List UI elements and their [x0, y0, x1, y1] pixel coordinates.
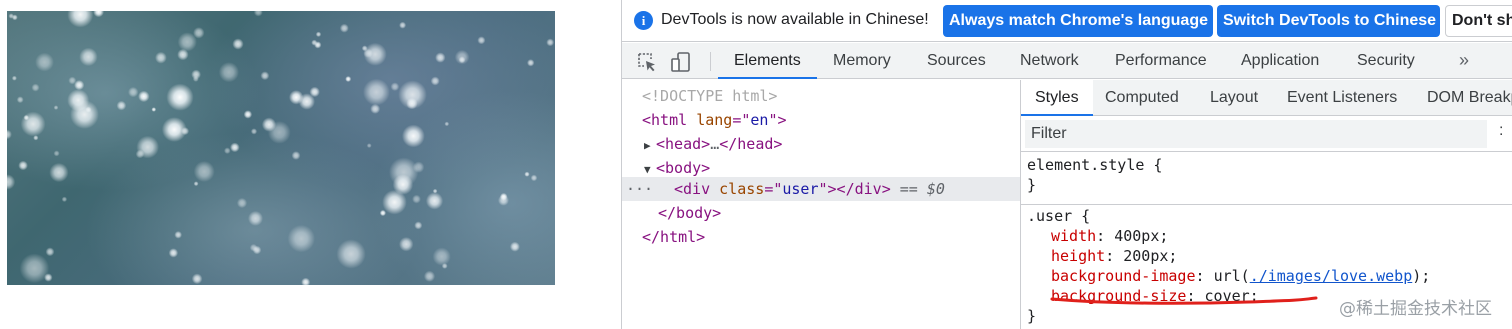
info-icon: i: [634, 11, 653, 30]
devtools-panel: i DevTools is now available in Chinese! …: [621, 0, 1512, 329]
tab-performance[interactable]: Performance: [1115, 43, 1207, 79]
css-declaration-width[interactable]: width: 400px;: [1021, 226, 1512, 246]
device-toggle-icon[interactable]: [670, 51, 692, 73]
element-style-rule: element.style { }: [1021, 155, 1512, 195]
toolbar-separator: [710, 52, 711, 71]
body-close-node[interactable]: </body>: [658, 201, 721, 225]
element-style-selector[interactable]: element.style {: [1021, 155, 1512, 175]
tab-security[interactable]: Security: [1357, 43, 1415, 79]
inspect-element-icon[interactable]: [636, 51, 658, 73]
switch-to-chinese-button[interactable]: Switch DevTools to Chinese: [1217, 5, 1440, 37]
doctype-node[interactable]: <!DOCTYPE html>: [642, 84, 777, 108]
snowy-bokeh-image: [7, 11, 555, 285]
styles-pane: Styles Computed Layout Event Listeners D…: [1021, 80, 1512, 329]
subtab-dom-breakpoints[interactable]: DOM Breakpoints: [1427, 80, 1512, 116]
rendered-user-div-preview: [7, 11, 555, 285]
html-node[interactable]: <html lang="en">: [642, 108, 787, 132]
tab-application[interactable]: Application: [1241, 43, 1319, 79]
styles-filter-input[interactable]: [1025, 120, 1487, 148]
css-declaration-background-image[interactable]: background-image: url(./images/love.webp…: [1021, 266, 1512, 286]
row-actions-dots[interactable]: ···: [626, 177, 653, 201]
styles-filter-row: :: [1021, 116, 1512, 152]
devtools-tabbar: Elements Memory Sources Network Performa…: [622, 43, 1512, 79]
expand-triangle-icon[interactable]: ▶: [644, 134, 656, 158]
tab-sources[interactable]: Sources: [927, 43, 986, 79]
css-declaration-height[interactable]: height: 200px;: [1021, 246, 1512, 266]
tab-network[interactable]: Network: [1020, 43, 1079, 79]
selected-node-marker: == $0: [899, 180, 945, 198]
rule-separator: [1021, 204, 1512, 205]
watermark-text: @稀土掘金技术社区: [1339, 299, 1492, 319]
subtab-styles[interactable]: Styles: [1021, 80, 1093, 116]
language-infobar: i DevTools is now available in Chinese! …: [622, 0, 1512, 42]
filter-options-icon[interactable]: :: [1499, 122, 1503, 140]
red-annotation-underline: [1050, 296, 1318, 305]
tab-elements[interactable]: Elements: [718, 43, 817, 79]
image-url-link[interactable]: ./images/love.webp: [1250, 267, 1413, 285]
subtab-computed[interactable]: Computed: [1105, 80, 1179, 116]
rule-close-brace: }: [1027, 176, 1037, 194]
subtab-layout[interactable]: Layout: [1210, 80, 1258, 116]
user-selector[interactable]: .user {: [1021, 206, 1512, 226]
tab-memory[interactable]: Memory: [833, 43, 891, 79]
styles-subtabbar: Styles Computed Layout Event Listeners D…: [1021, 80, 1512, 116]
div-user-node[interactable]: ··· <div class="user"></div> == $0: [622, 177, 1020, 201]
head-node[interactable]: ▶ <head>…</head>: [644, 132, 782, 156]
html-close-node[interactable]: </html>: [642, 225, 705, 249]
infobar-message: DevTools is now available in Chinese!: [661, 11, 929, 28]
dont-show-again-button[interactable]: Don't show again: [1445, 5, 1512, 37]
dom-tree: <!DOCTYPE html> <html lang="en"> ▶ <head>…: [622, 80, 1020, 329]
always-match-language-button[interactable]: Always match Chrome's language: [943, 5, 1213, 37]
more-tabs-chevron-icon[interactable]: »: [1459, 43, 1469, 79]
subtab-event-listeners[interactable]: Event Listeners: [1287, 80, 1397, 116]
